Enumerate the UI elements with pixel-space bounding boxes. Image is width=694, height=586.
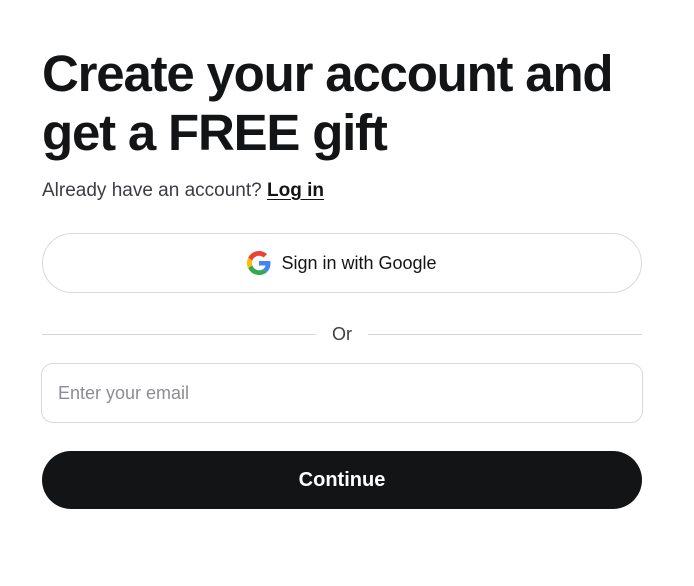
- page-title: Create your account and get a FREE gift: [42, 44, 642, 162]
- signup-form: Create your account and get a FREE gift …: [41, 44, 643, 509]
- or-divider: Or: [42, 323, 642, 345]
- continue-button[interactable]: Continue: [42, 451, 642, 509]
- google-sign-in-label: Sign in with Google: [281, 252, 437, 273]
- page-title-line-2: get a FREE gift: [42, 104, 388, 161]
- divider-line-right: [368, 333, 642, 335]
- login-prompt-row: Already have an account? Log in: [42, 179, 642, 203]
- login-prompt-text: Already have an account?: [42, 180, 262, 201]
- divider-line-left: [42, 333, 316, 335]
- page-title-line-1: Create your account and: [42, 45, 614, 102]
- divider-text: Or: [332, 323, 352, 344]
- google-icon: [247, 251, 271, 275]
- email-input[interactable]: [41, 363, 643, 423]
- google-sign-in-button[interactable]: Sign in with Google: [42, 233, 642, 293]
- login-link[interactable]: Log in: [267, 180, 324, 201]
